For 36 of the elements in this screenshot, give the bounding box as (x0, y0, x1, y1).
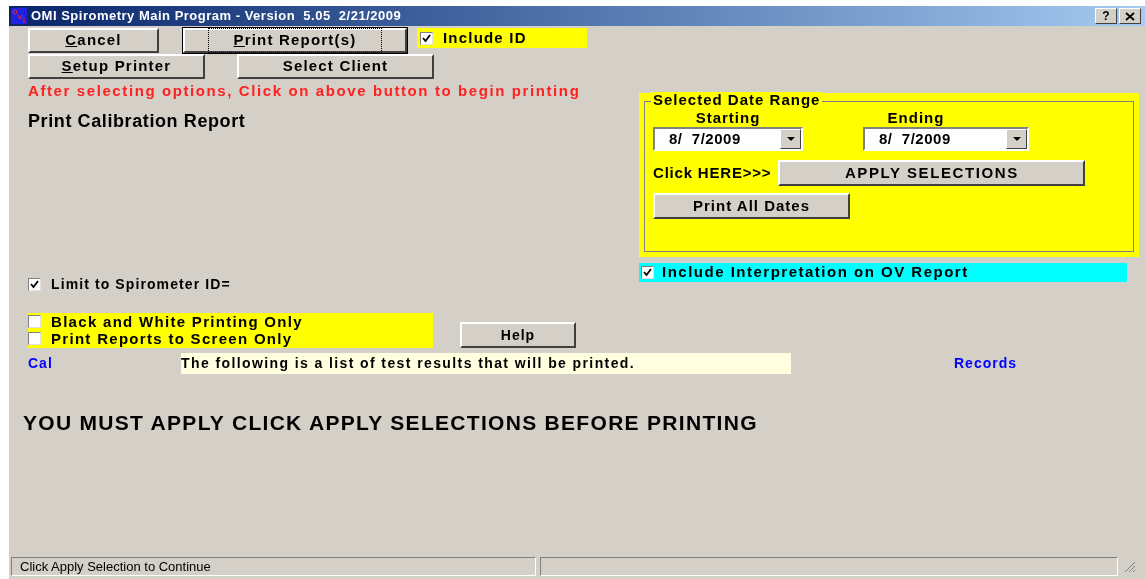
apply-selections-button[interactable]: APPLY SELECTIONS (778, 160, 1086, 186)
checkbox[interactable] (420, 31, 433, 45)
records-label: Records (954, 354, 1018, 373)
report-title: Print Calibration Report (28, 109, 247, 133)
app-icon (11, 8, 27, 24)
notice-text: The following is a list of test results that will be printed. (181, 353, 791, 374)
instruction-text: After selecting options, Click on above button to begin printing (28, 81, 582, 101)
resize-grip-icon (1122, 559, 1136, 573)
window-title: OMI Spirometry Main Program - Version 5.05 2/21/2009 (31, 7, 403, 26)
group-title: Selected Date Range (651, 92, 823, 108)
checkbox[interactable] (28, 315, 41, 328)
checkbox[interactable] (641, 266, 654, 279)
date-label: Starting (695, 110, 761, 126)
date-label: Ending (887, 110, 945, 126)
print-option[interactable]: Black and White Printing Only (28, 313, 433, 330)
close-icon (1125, 11, 1135, 21)
setup-printer-button[interactable]: Setup Printer (28, 54, 205, 79)
click-here-label: Click HERE>>> (653, 162, 772, 183)
close-button[interactable] (1119, 8, 1141, 24)
interpretation-option[interactable]: Include Interpretation on OV Report (639, 263, 1127, 282)
include-id-option[interactable]: Include ID (417, 28, 587, 48)
warning-text: YOU MUST APPLY CLICK APPLY SELECTIONS BEFORE PRINTING (23, 410, 759, 436)
status-message: Click Apply Selection to Continue (11, 556, 536, 576)
cancel-button[interactable]: Cancel (28, 28, 159, 53)
help-button[interactable]: Help (460, 322, 576, 348)
checkbox[interactable] (28, 332, 41, 345)
print-all-dates-button[interactable]: Print All Dates (653, 193, 850, 219)
select-client-button[interactable]: Select Client (237, 54, 434, 79)
print-option[interactable]: Print Reports to Screen Only (28, 330, 433, 347)
print-button[interactable]: Print Report(s) (183, 28, 407, 53)
starting-date-field[interactable]: 8/ 7/2009 (653, 127, 803, 151)
limit-spirometer-option[interactable]: Limit to Spirometer ID= (28, 274, 231, 295)
cal-label: Cal (28, 354, 54, 373)
ending-date-field[interactable]: 8/ 7/2009 (863, 127, 1029, 151)
checkbox[interactable] (28, 278, 41, 291)
help-button[interactable]: ? (1095, 8, 1117, 24)
